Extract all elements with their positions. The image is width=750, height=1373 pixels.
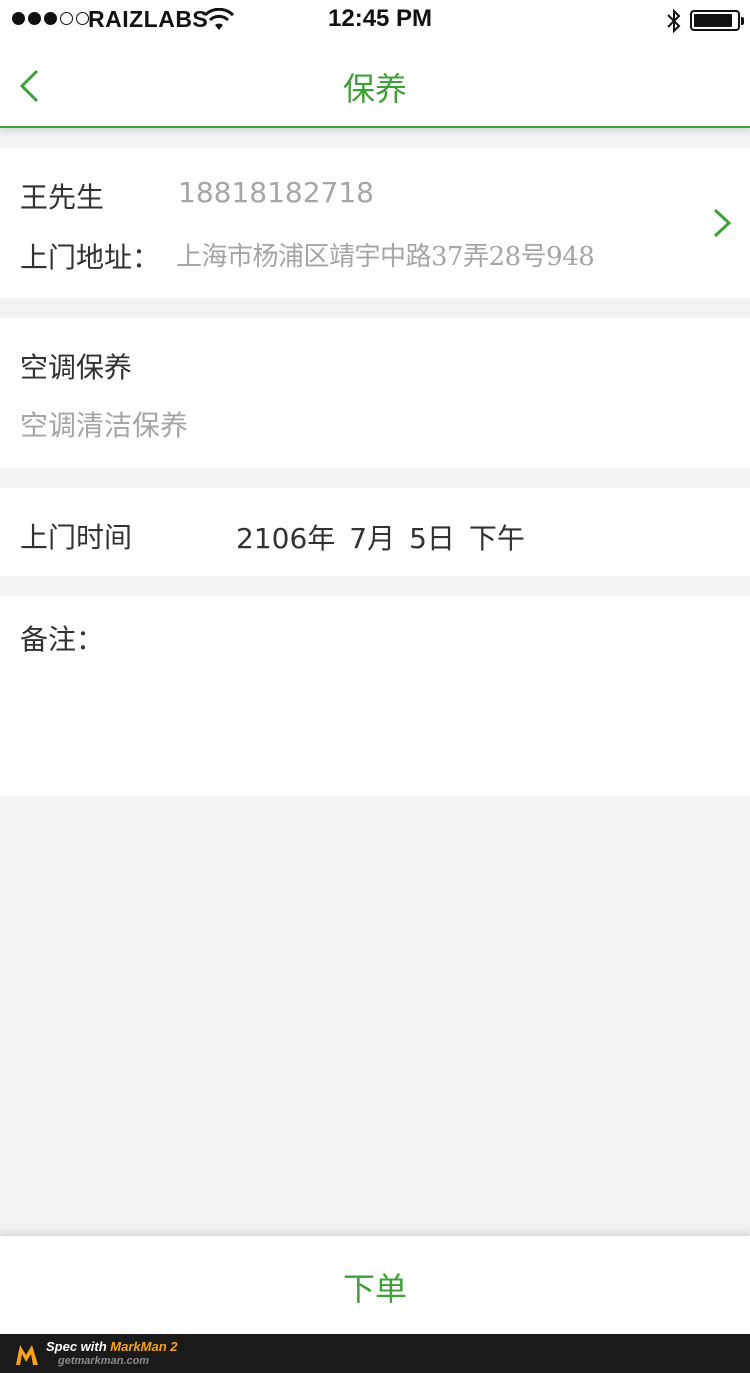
visit-time-picker[interactable]: 2106年 7月 5日 下午 (236, 517, 525, 557)
service-card: 空调保养 空调清洁保养 (0, 318, 750, 468)
footer-url: getmarkman.com (58, 1355, 150, 1367)
footer-brand: MarkMan 2 (110, 1339, 178, 1354)
visit-day[interactable]: 5日 (409, 517, 455, 557)
contact-card[interactable]: 王先生 18818182718 上门地址： 上海市杨浦区靖宇中路37弄28号94… (0, 148, 750, 298)
contact-name: 王先生 (20, 181, 105, 214)
bluetooth-icon (667, 8, 681, 34)
markman-footer: Spec with MarkMan 2 getmarkman.com (0, 1334, 750, 1373)
remark-card: 备注： (0, 596, 750, 796)
battery-icon (690, 10, 744, 31)
remark-label: 备注： (20, 623, 105, 656)
signal-dots-icon (12, 12, 89, 25)
remark-input[interactable] (20, 658, 730, 788)
service-item: 空调清洁保养 (20, 409, 189, 442)
submit-bar: 下单 (0, 1236, 750, 1334)
footer-spec-text: Spec with MarkMan 2 (46, 1339, 178, 1354)
visit-time-label: 上门时间 (20, 521, 133, 554)
submit-order-button[interactable]: 下单 (0, 1264, 750, 1310)
contact-phone: 18818182718 (178, 176, 374, 209)
wifi-icon (204, 8, 234, 30)
visit-month[interactable]: 7月 (349, 517, 395, 557)
address-label: 上门地址： (20, 241, 161, 274)
chevron-right-icon[interactable] (712, 208, 732, 238)
status-time: 12:45 PM (328, 5, 433, 32)
markman-logo-icon (16, 1345, 38, 1365)
service-category: 空调保养 (20, 351, 133, 384)
status-bar: RAIZLABS 12:45 PM (0, 0, 750, 40)
carrier-name: RAIZLABS (88, 6, 209, 32)
visit-time-card[interactable]: 上门时间 2106年 7月 5日 下午 (0, 488, 750, 576)
nav-bar: 保养 (0, 40, 750, 128)
visit-year[interactable]: 2106年 (236, 517, 335, 557)
visit-period[interactable]: 下午 (469, 517, 525, 557)
page-title: 保养 (342, 70, 407, 108)
footer-spec-prefix: Spec with (46, 1339, 111, 1354)
address-value: 上海市杨浦区靖宇中路37弄28号948 (176, 242, 595, 272)
